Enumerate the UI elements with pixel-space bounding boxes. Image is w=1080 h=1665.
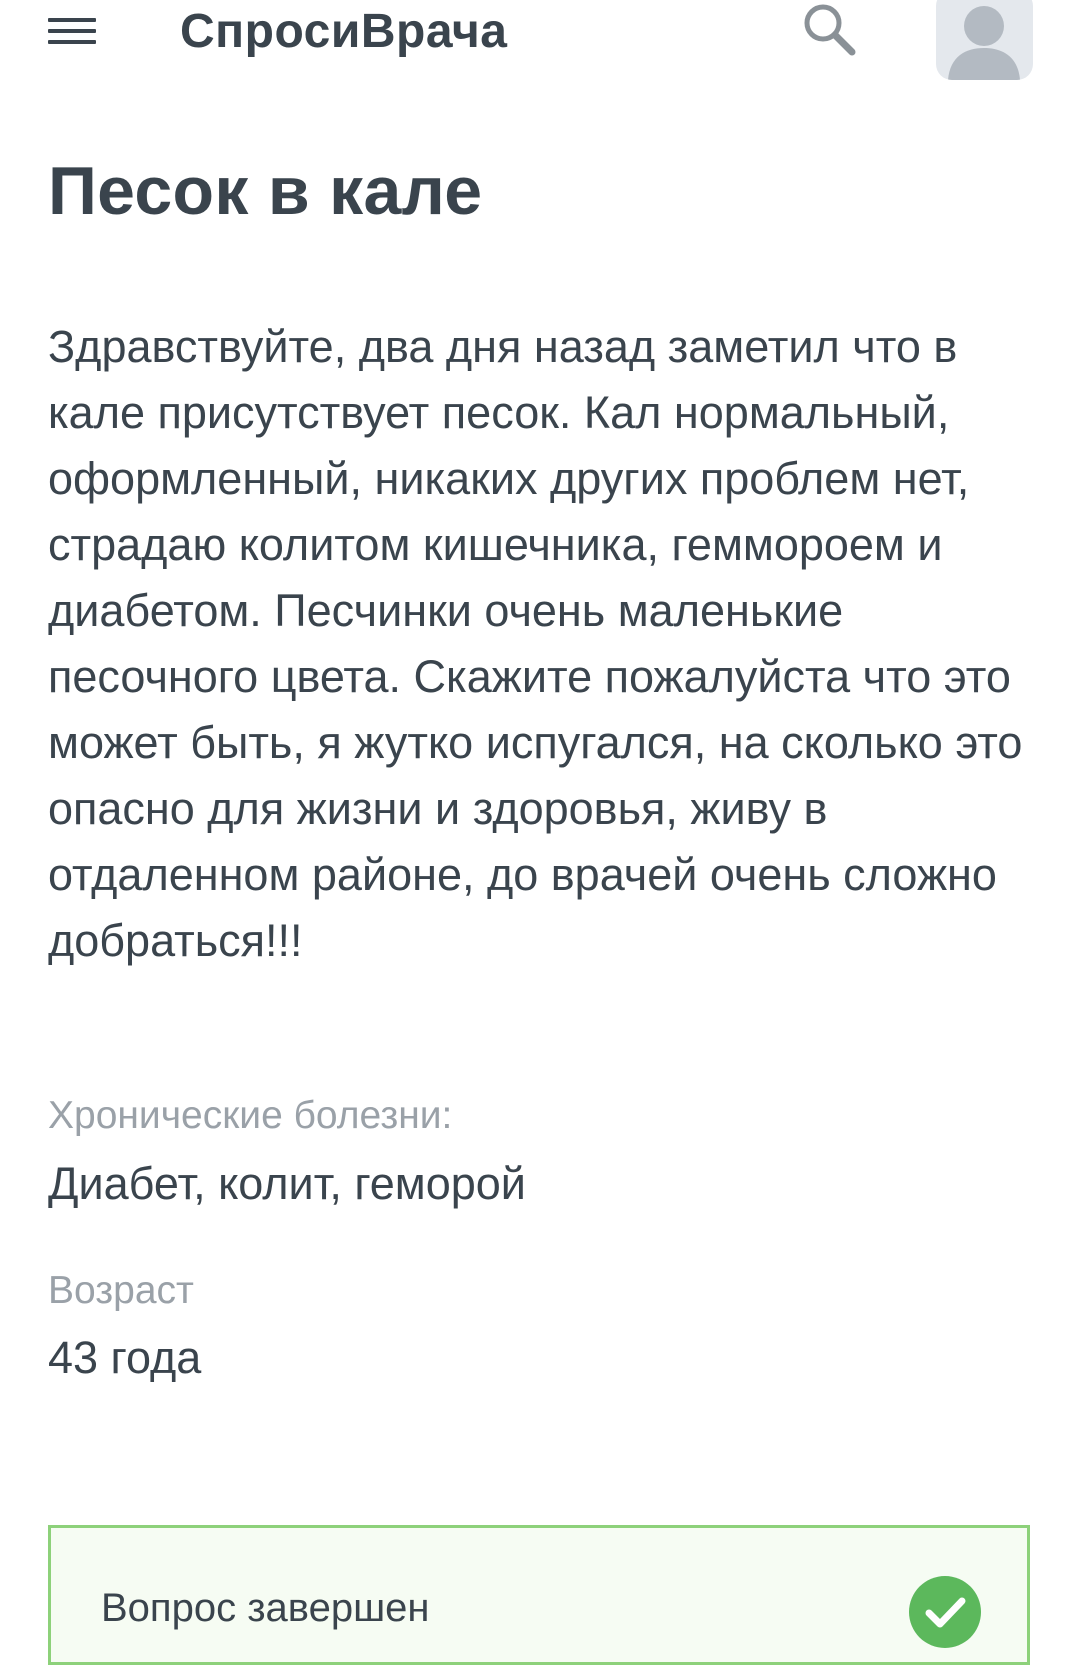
question-status-text: Вопрос завершен <box>101 1586 430 1630</box>
checkmark-icon <box>909 1576 981 1648</box>
search-icon[interactable] <box>800 0 860 60</box>
site-logo[interactable]: СпросиВрача <box>180 4 507 59</box>
chronic-diseases-value: Диабет, колит, геморой <box>48 1158 526 1209</box>
age-label: Возраст <box>48 1269 194 1312</box>
question-status-box: Вопрос завершен <box>48 1525 1030 1665</box>
question-body: Здравствуйте, два дня назад заметил что … <box>48 321 1023 966</box>
age-value: 43 года <box>48 1332 202 1383</box>
user-avatar-icon[interactable] <box>936 0 1033 80</box>
page-title: Песок в кале <box>48 153 483 229</box>
chronic-diseases-label: Хронические болезни: <box>48 1094 453 1137</box>
hamburger-menu-icon[interactable] <box>48 18 96 48</box>
site-header: СпросиВрача <box>0 0 1080 80</box>
